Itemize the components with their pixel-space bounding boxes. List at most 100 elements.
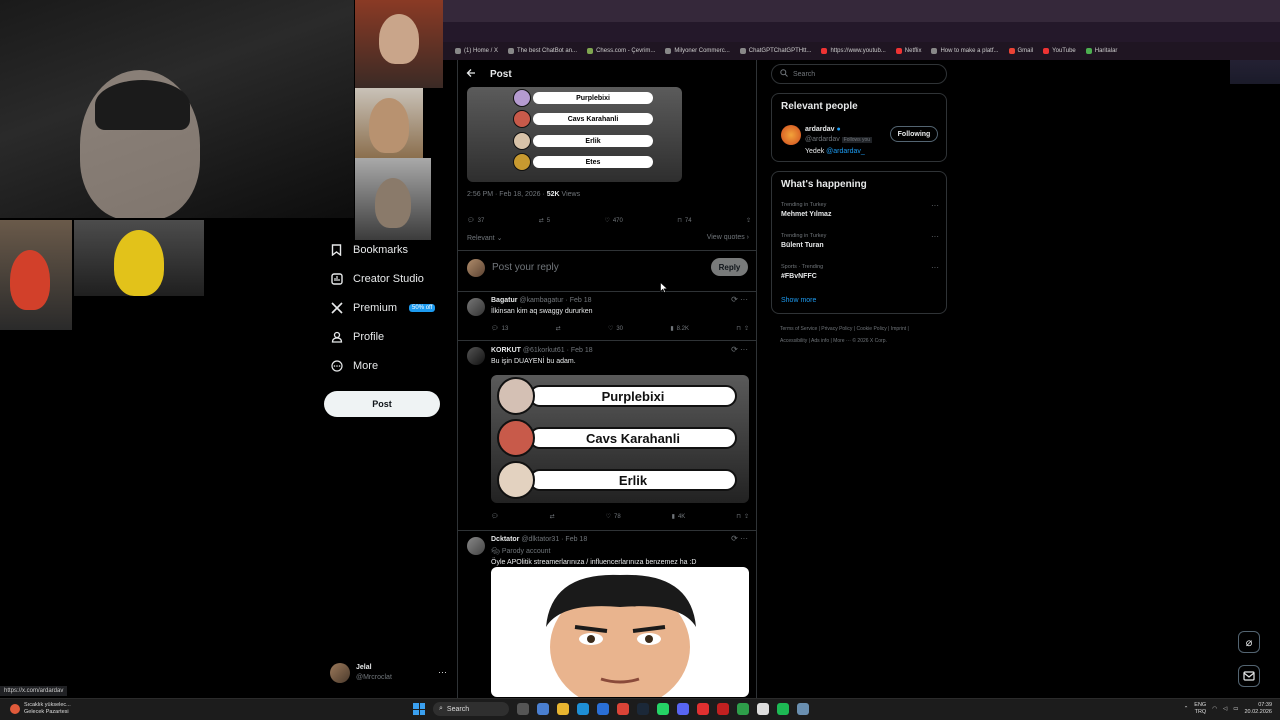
reply-button[interactable]: Reply xyxy=(711,258,748,276)
bookmark-action[interactable]: ⊓ ⇪ xyxy=(736,513,749,520)
show-more-link[interactable]: Show more xyxy=(781,297,816,304)
bookmark-icon: ⊓ xyxy=(736,326,741,332)
edge-icon[interactable] xyxy=(577,703,589,715)
bookmark-item[interactable]: Gmail xyxy=(1008,48,1033,54)
share-icon[interactable]: ⇪ xyxy=(744,325,749,332)
reply-tweet[interactable]: Dcktator @dlktator31 · Feb 18 ⟳ ··· 🎭︎ P… xyxy=(458,531,756,700)
task-view-icon[interactable] xyxy=(517,703,529,715)
reply-tweet[interactable]: Bagatur @kambagatur · Feb 18 ⟳ ··· İlkin… xyxy=(458,292,756,341)
more-options-icon[interactable]: ⟳ ··· xyxy=(731,295,748,304)
heart-icon: ♡ xyxy=(607,326,614,332)
footer-links[interactable]: Terms of Service | Privacy Policy | Cook… xyxy=(780,323,930,347)
view-quotes-link[interactable]: View quotes › xyxy=(707,234,749,242)
clock[interactable]: 07:39 20.02.2026 xyxy=(1244,702,1272,716)
nav-profile[interactable]: Profile xyxy=(330,330,384,343)
bookmark-item[interactable]: The best ChatBot an... xyxy=(508,48,577,54)
relevant-people-card: Relevant people ardardav ● @ardardav Fol… xyxy=(771,93,947,162)
more-options-icon[interactable]: ⟳ ··· xyxy=(731,345,748,354)
parody-badge: Parody account xyxy=(501,548,551,555)
repost-action[interactable]: ⇄ xyxy=(550,513,555,520)
nav-creator-studio[interactable]: Creator Studio xyxy=(330,272,424,285)
app-icon[interactable] xyxy=(697,703,709,715)
reply-tweet[interactable]: KORKUT @61korkut61 · Feb 18 ⟳ ··· Bu işi… xyxy=(458,341,756,531)
back-arrow-icon[interactable] xyxy=(466,68,476,81)
bookmark-item[interactable]: (1) Home / X xyxy=(455,48,498,54)
store-icon[interactable] xyxy=(597,703,609,715)
steam-icon[interactable] xyxy=(637,703,649,715)
share-icon[interactable]: ⇪ xyxy=(744,513,749,520)
taskbar-search[interactable]: ⌕ Search xyxy=(433,702,509,716)
input-language[interactable]: ENG TRQ xyxy=(1194,702,1206,716)
repost-action[interactable]: ⇄ 5 xyxy=(539,217,550,225)
more-options-icon[interactable]: ··· xyxy=(931,232,939,241)
bookmark-item[interactable]: Milyoner Commerc... xyxy=(665,48,730,54)
discord-icon[interactable] xyxy=(677,703,689,715)
bookmark-item[interactable]: YouTube xyxy=(1043,48,1076,54)
reply-input[interactable]: Post your reply xyxy=(492,262,559,273)
battery-icon[interactable]: ▭ xyxy=(1233,706,1238,712)
app-icon[interactable] xyxy=(737,703,749,715)
account-switcher[interactable]: Jelal @Mrcroclat xyxy=(330,663,392,683)
bookmark-item[interactable]: https://www.youtub... xyxy=(821,48,886,54)
app-icon[interactable] xyxy=(797,703,809,715)
relevant-person[interactable]: ardardav ● @ardardav Follows you Yedek @… xyxy=(805,125,873,157)
link-status-bar: https://x.com/ardardav xyxy=(0,686,68,696)
weather-widget[interactable]: Sıcaklık yükselec... Gelecek Pazartesi xyxy=(10,702,71,716)
speaker-icon[interactable]: ◁ xyxy=(1223,706,1227,712)
creator-studio-icon xyxy=(330,272,343,285)
file-explorer-icon[interactable] xyxy=(557,703,569,715)
bookmark-action[interactable]: ⊓ ⇪ xyxy=(736,325,749,332)
widgets-icon[interactable] xyxy=(537,703,549,715)
spotify-icon[interactable] xyxy=(777,703,789,715)
following-button[interactable]: Following xyxy=(890,126,938,142)
whatsapp-icon[interactable] xyxy=(657,703,669,715)
like-action[interactable]: ♡ 470 xyxy=(604,217,622,225)
app-icon[interactable] xyxy=(717,703,729,715)
account-more-icon[interactable]: ··· xyxy=(438,667,447,677)
reply-action[interactable]: 💬︎ 37 xyxy=(467,217,484,225)
avatar[interactable] xyxy=(781,125,801,145)
messages-icon[interactable] xyxy=(1238,665,1260,687)
nav-more[interactable]: More xyxy=(330,359,378,372)
grok-icon[interactable]: ⌀ xyxy=(1238,631,1260,653)
image-name-row: Etes xyxy=(513,153,653,171)
post-image[interactable]: Purplebixi Cavs Karahanli Erlik Etes xyxy=(467,87,682,182)
trend-item[interactable]: Trending in Turkey Mehmet Yılmaz ··· xyxy=(781,201,939,220)
reply-image[interactable] xyxy=(491,567,749,697)
share-action[interactable]: ⇪ xyxy=(746,217,751,224)
bookmark-item[interactable]: How to make a platf... xyxy=(931,48,999,54)
bookmark-item[interactable]: Haritalar xyxy=(1085,48,1117,54)
more-options-icon[interactable]: ··· xyxy=(931,263,939,272)
more-options-icon[interactable]: ··· xyxy=(931,201,939,210)
chevron-up-icon[interactable]: ⌃ xyxy=(1184,706,1189,712)
chrome-icon[interactable] xyxy=(617,703,629,715)
views-action[interactable]: ▮ 4K xyxy=(672,513,686,521)
post-button[interactable]: Post xyxy=(324,391,440,417)
like-action[interactable]: ♡ 30 xyxy=(607,325,623,333)
trend-item[interactable]: Sports · Trending #FBvNFFC ··· xyxy=(781,263,939,282)
browser-address-bar[interactable] xyxy=(443,22,1280,58)
search-input[interactable]: Search xyxy=(771,64,947,84)
netflix-icon xyxy=(895,48,902,54)
windows-start-icon[interactable] xyxy=(413,703,425,715)
more-options-icon[interactable]: ⟳ ··· xyxy=(731,534,748,543)
like-action[interactable]: ♡ 78 xyxy=(606,513,621,521)
bio-mention-link[interactable]: @ardardav_ xyxy=(826,148,865,155)
sort-dropdown[interactable]: Relevant ⌄ xyxy=(467,234,502,242)
heart-icon: ♡ xyxy=(604,218,610,224)
reply-action[interactable]: 💬︎ xyxy=(491,513,499,520)
nav-bookmarks[interactable]: Bookmarks xyxy=(330,243,408,256)
wifi-icon[interactable]: ◠ xyxy=(1212,706,1217,712)
reply-action[interactable]: 💬︎ 13 xyxy=(491,325,508,333)
bookmark-item[interactable]: Netflix xyxy=(895,48,921,54)
reply-image[interactable]: Purplebixi Cavs Karahanli Erlik xyxy=(491,375,749,503)
nav-premium[interactable]: Premium 50% off xyxy=(330,301,436,314)
bookmark-item[interactable]: ChatGPTChatGPTHtt... xyxy=(739,48,811,54)
trend-item[interactable]: Trending in Turkey Bülent Turan ··· xyxy=(781,232,939,251)
app-icon[interactable] xyxy=(757,703,769,715)
repost-action[interactable]: ⇄ xyxy=(556,325,561,332)
bookmark-action[interactable]: ⊓ 74 xyxy=(677,217,691,225)
whats-happening-card: What's happening Trending in Turkey Mehm… xyxy=(771,171,947,314)
bookmark-item[interactable]: Chess.com - Çevrim... xyxy=(587,48,655,54)
views-action[interactable]: ▮ 8.2K xyxy=(670,325,689,333)
